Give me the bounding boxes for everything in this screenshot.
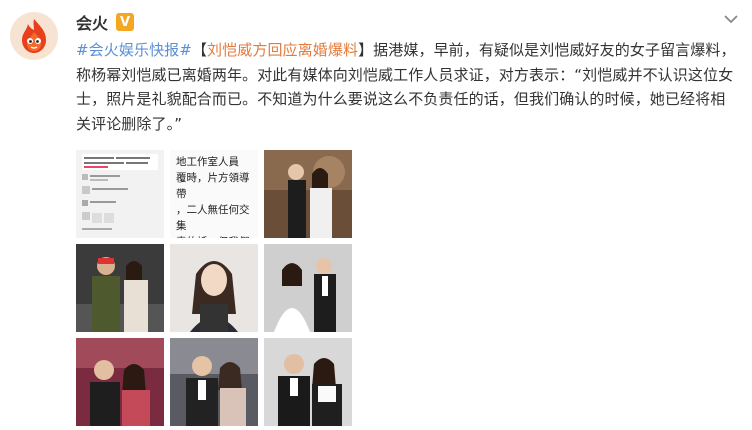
photo-grid: 地工作室人員 覆時，片方領導帶 ，二人無任何交集 責的話，但我們確 心處吧。 <box>76 150 354 426</box>
username-row: 会火 V <box>76 10 135 34</box>
photo-thumbnail[interactable] <box>264 244 352 332</box>
chat-screenshot-image <box>76 150 164 238</box>
couple-photo-image <box>76 338 164 426</box>
couple-photo-image <box>264 150 352 238</box>
weibo-post-card: 会火 V #会火娱乐快报#【刘恺威方回应离婚爆料】据港媒，早前，有疑似是刘恺威好… <box>0 0 752 430</box>
photo-caption-text: 地工作室人員 覆時，片方領導帶 ，二人無任何交集 責的話，但我們確 心處吧。 <box>176 156 250 238</box>
couple-photo-image <box>76 244 164 332</box>
post-menu-button[interactable] <box>722 10 740 28</box>
verified-badge-icon: V <box>116 13 135 31</box>
photo-thumbnail[interactable] <box>170 244 258 332</box>
user-avatar[interactable] <box>10 12 58 60</box>
couple-photo-image <box>264 338 352 426</box>
photo-thumbnail[interactable]: 地工作室人員 覆時，片方領導帶 ，二人無任何交集 責的話，但我們確 心處吧。 <box>170 150 258 238</box>
chevron-down-icon <box>724 15 738 24</box>
photo-thumbnail[interactable] <box>264 338 352 426</box>
portrait-photo-image <box>170 244 258 332</box>
photo-thumbnail[interactable] <box>76 338 164 426</box>
photo-thumbnail[interactable] <box>170 338 258 426</box>
headline-bracket-open: 【 <box>191 41 208 59</box>
username[interactable]: 会火 <box>76 10 108 34</box>
fire-mascot-icon <box>22 19 46 53</box>
headline-link[interactable]: 刘恺威方回应离婚爆料 <box>207 41 358 59</box>
topic-tag-link[interactable]: #会火娱乐快报# <box>76 41 192 59</box>
photo-thumbnail[interactable] <box>76 244 164 332</box>
photo-thumbnail[interactable] <box>264 150 352 238</box>
headline-bracket-close: 】 <box>358 41 374 59</box>
post-text: #会火娱乐快报#【刘恺威方回应离婚爆料】据港媒，早前，有疑似是刘恺威好友的女子留… <box>76 38 736 136</box>
wedding-photo-image <box>264 244 352 332</box>
couple-photo-image <box>170 338 258 426</box>
photo-thumbnail[interactable] <box>76 150 164 238</box>
